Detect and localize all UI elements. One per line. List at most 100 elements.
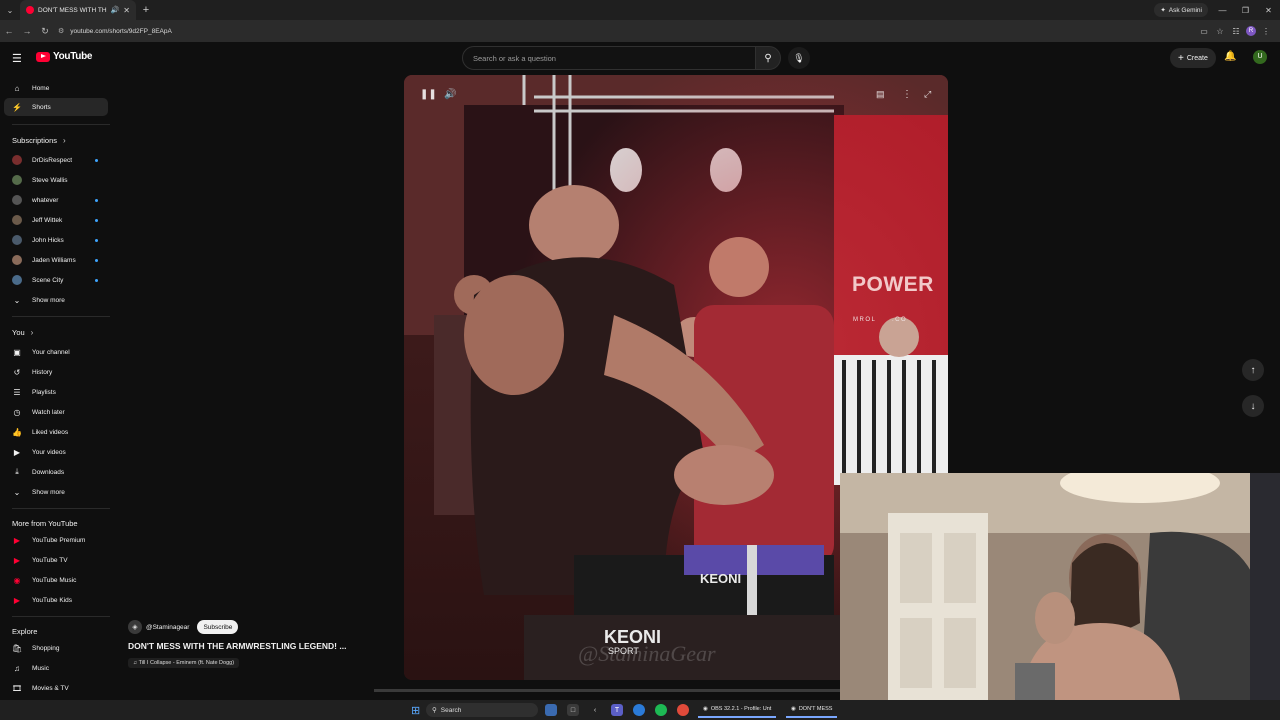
sidebar-item-label: YouTube Kids <box>32 596 72 604</box>
chevron-down-icon: ⌄ <box>13 487 21 497</box>
new-tab-button[interactable]: + <box>136 4 156 16</box>
previous-short-button[interactable]: ↑ <box>1242 359 1264 381</box>
sidebar-divider <box>12 316 110 317</box>
youtube-play-icon <box>36 51 50 62</box>
music-label: Till I Collapse - Eminem (ft. Nate Dogg) <box>138 660 235 666</box>
channel-avatar <box>12 235 22 245</box>
sidebar-item-youtube-premium[interactable]: ▶ YouTube Premium <box>4 531 108 549</box>
sidebar-item-label: Shorts <box>32 103 51 111</box>
sidebar-item-subscription[interactable]: DrDisRespect <box>4 151 108 169</box>
back-icon[interactable]: ← <box>0 20 18 42</box>
sidebar-item-playlists[interactable]: ☰ Playlists <box>4 383 108 401</box>
next-short-button[interactable]: ↓ <box>1242 395 1264 417</box>
short-title[interactable]: DON'T MESS WITH THE ARMWRESTLING LEGEND!… <box>128 641 398 651</box>
sidebar-item-liked-videos[interactable]: 👍 Liked videos <box>4 423 108 441</box>
browser-menu-icon[interactable]: ⋮ <box>1260 27 1272 36</box>
sidebar-item-subscription[interactable]: Jaden Williams <box>4 251 108 269</box>
pause-icon[interactable]: ❚❚ <box>420 89 437 100</box>
sidebar-item-watch-later[interactable]: ◷ Watch later <box>4 403 108 421</box>
sidebar-item-shorts[interactable]: ⚡ Shorts <box>4 98 108 116</box>
speaker-icon[interactable]: 🔊 <box>111 6 120 14</box>
chevron-left-icon[interactable]: ‹ <box>589 704 601 716</box>
ask-gemini-button[interactable]: ✦ Ask Gemini <box>1154 3 1208 17</box>
music-attribution[interactable]: ♫ Till I Collapse - Eminem (ft. Nate Dog… <box>128 658 240 668</box>
sidebar-item-music[interactable]: ♫ Music <box>4 659 108 677</box>
spotify-icon[interactable] <box>655 704 667 716</box>
sidebar-item-subscription[interactable]: Scene City <box>4 271 108 289</box>
windows-start-icon[interactable]: ⊞ <box>411 704 420 717</box>
channel-avatar <box>12 255 22 265</box>
subscribe-button[interactable]: Subscribe <box>197 620 239 634</box>
sidebar-item-subscription[interactable]: Jeff Wittek <box>4 211 108 229</box>
arrow-down-icon: ↓ <box>1250 400 1256 412</box>
minimize-icon[interactable]: — <box>1211 0 1234 20</box>
teams-icon[interactable]: T <box>611 704 623 716</box>
account-avatar[interactable]: U <box>1253 50 1267 64</box>
file-explorer-icon[interactable]: □ <box>567 704 579 716</box>
explore-heading-label: Explore <box>12 627 38 636</box>
channel-avatar <box>12 195 22 205</box>
sidebar-item-movies-tv[interactable]: 🎞 Movies & TV <box>4 679 108 697</box>
home-icon: ⌂ <box>14 83 20 93</box>
hamburger-menu-icon[interactable]: ☰ <box>12 52 22 65</box>
search-input[interactable] <box>473 53 755 63</box>
profile-avatar[interactable]: R <box>1246 26 1256 36</box>
sidebar-item-label: Show more <box>32 488 65 496</box>
sidebar-item-your-channel[interactable]: ▣ Your channel <box>4 343 108 361</box>
show-more-you[interactable]: ⌄ Show more <box>4 483 108 501</box>
subscriptions-heading[interactable]: Subscriptions › <box>12 136 66 145</box>
chevron-right-icon: › <box>63 136 66 145</box>
tab-title: DON'T MESS WITH THE AR <box>38 6 107 14</box>
channel-avatar[interactable]: ◈ <box>128 620 142 634</box>
extensions-icon[interactable]: ☷ <box>1230 27 1242 36</box>
forward-icon[interactable]: → <box>18 20 36 42</box>
cast-icon[interactable]: ▭ <box>1198 27 1210 36</box>
chrome-icon[interactable] <box>677 704 689 716</box>
youtube-logo[interactable]: YouTube <box>36 51 93 62</box>
voice-search-button[interactable]: 🎙 <box>788 47 810 69</box>
video-progress-bar[interactable] <box>374 689 840 692</box>
bookmark-star-icon[interactable]: ☆ <box>1214 27 1226 36</box>
sidebar-item-label: Movies & TV <box>32 684 69 692</box>
sidebar-item-label: Watch later <box>32 408 65 416</box>
restore-icon[interactable]: ❐ <box>1234 0 1257 20</box>
sidebar-item-youtube-tv[interactable]: ▶ YouTube TV <box>4 551 108 569</box>
taskbar-app-chrome[interactable]: ◉ DON'T MESS <box>786 702 838 718</box>
taskbar-search[interactable]: ⚲ Search <box>426 703 538 717</box>
sidebar-item-youtube-kids[interactable]: ▶ YouTube Kids <box>4 591 108 609</box>
show-more-subscriptions[interactable]: ⌄ Show more <box>4 291 108 309</box>
sidebar-item-subscription[interactable]: John Hicks <box>4 231 108 249</box>
channel-avatar <box>12 155 22 165</box>
sidebar-item-your-videos[interactable]: ▶ Your videos <box>4 443 108 461</box>
create-button[interactable]: + Create <box>1170 48 1216 68</box>
you-heading[interactable]: You › <box>12 328 33 337</box>
sidebar-item-home[interactable]: ⌂ Home <box>4 79 108 97</box>
sidebar-item-downloads[interactable]: ⤓ Downloads <box>4 463 108 481</box>
taskbar-app-obs[interactable]: ◉ OBS 32.2.1 - Profile: Unt <box>698 702 777 718</box>
sidebar-item-history[interactable]: ↺ History <box>4 363 108 381</box>
browser-tab[interactable]: DON'T MESS WITH THE AR 🔊 ✕ <box>20 0 136 20</box>
tab-search-chevron-icon[interactable]: ⌄ <box>0 0 20 20</box>
channel-name[interactable]: @Staminagear <box>146 624 189 631</box>
fullscreen-icon[interactable]: ⤢ <box>924 89 931 100</box>
edge-icon[interactable] <box>633 704 645 716</box>
site-info-icon[interactable]: ⚙ <box>58 27 64 35</box>
close-tab-icon[interactable]: ✕ <box>123 6 130 15</box>
sidebar-item-shopping[interactable]: 🛍 Shopping <box>4 639 108 657</box>
search-button[interactable]: ⚲ <box>755 46 781 70</box>
volume-icon[interactable]: 🔊 <box>444 89 456 100</box>
sidebar-item-subscription[interactable]: whatever <box>4 191 108 209</box>
you-heading-label: You <box>12 328 25 337</box>
sidebar-item-subscription[interactable]: Steve Wallis <box>4 171 108 189</box>
close-window-icon[interactable]: ✕ <box>1257 0 1280 20</box>
sidebar-item-label: History <box>32 368 53 376</box>
captions-icon[interactable]: ▤ <box>876 89 885 100</box>
more-options-icon[interactable]: ⋮ <box>902 89 912 100</box>
shorts-icon: ⚡ <box>12 102 22 112</box>
sidebar-item-youtube-music[interactable]: ◉ YouTube Music <box>4 571 108 589</box>
url-field[interactable]: ⚙ youtube.com/shorts/9d2FP_8EApA <box>58 23 1198 39</box>
sidebar-item-label: Jeff Wittek <box>32 216 63 224</box>
copilot-icon[interactable] <box>545 704 557 716</box>
notifications-bell-icon[interactable]: 🔔 <box>1224 51 1236 62</box>
reload-icon[interactable]: ↻ <box>36 20 54 42</box>
